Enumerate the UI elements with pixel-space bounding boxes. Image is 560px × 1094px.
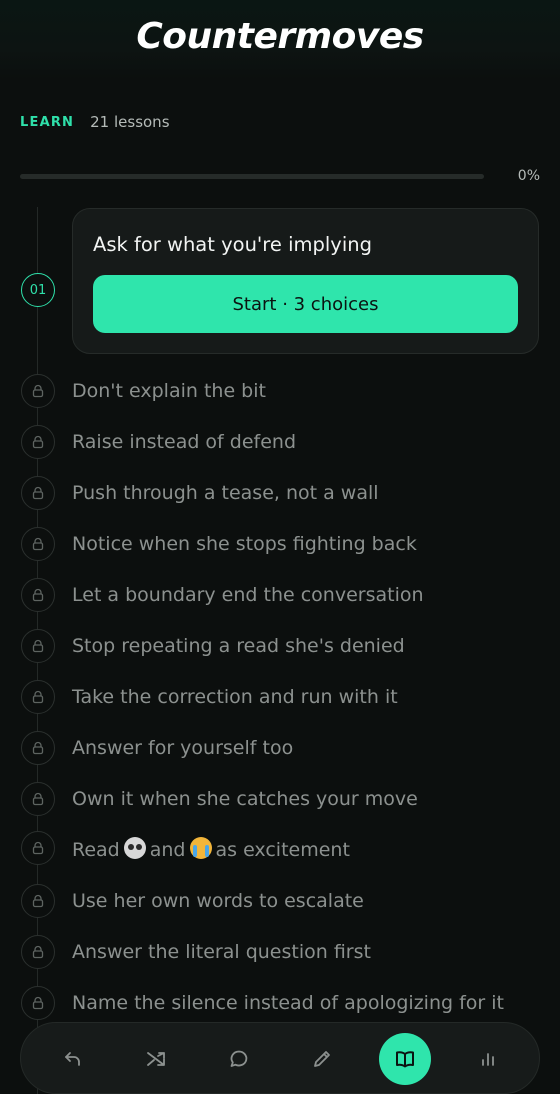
nav-chat-button[interactable] (213, 1033, 265, 1085)
skull-emoji-icon (123, 837, 146, 859)
lesson-label: Raise instead of defend (72, 431, 297, 453)
lock-icon (21, 476, 55, 510)
lock-icon (21, 831, 55, 865)
nav-learn-button[interactable] (379, 1033, 431, 1085)
lesson-count: 21 lessons (90, 113, 170, 131)
current-lesson-card: Ask for what you're implying Start · 3 c… (72, 208, 539, 354)
lesson-item[interactable]: Use her own words to escalate (0, 880, 560, 920)
pencil-icon (314, 1051, 330, 1067)
section-tag: LEARN (20, 114, 75, 130)
lesson-item[interactable]: Answer the literal question first (0, 931, 560, 971)
loudly-crying-emoji-icon (189, 837, 212, 859)
lesson-number-badge: 01 (21, 273, 55, 307)
lesson-label-part: Read (72, 839, 120, 861)
undo-icon (65, 1052, 80, 1066)
lesson-label: Answer the literal question first (72, 941, 371, 963)
lesson-label: Take the correction and run with it (72, 686, 398, 708)
lesson-label: Own it when she catches your move (72, 788, 418, 810)
bottom-nav (20, 1022, 540, 1094)
header: Countermoves (0, 0, 560, 80)
nav-shuffle-button[interactable] (130, 1033, 182, 1085)
progress-bar (20, 174, 484, 179)
lesson-item[interactable]: Answer for yourself too (0, 727, 560, 767)
lock-icon (21, 986, 55, 1020)
start-lesson-button[interactable]: Start · 3 choices (93, 275, 518, 333)
lock-icon (21, 527, 55, 561)
lock-icon (21, 680, 55, 714)
lesson-item[interactable]: Take the correction and run with it (0, 676, 560, 716)
lesson-label: Answer for yourself too (72, 737, 294, 759)
lock-icon (21, 782, 55, 816)
lock-icon (21, 374, 55, 408)
section-row: LEARN 21 lessons (20, 112, 170, 132)
lesson-item[interactable]: Raise instead of defend (0, 421, 560, 461)
lesson-item[interactable]: Read and as excitement (0, 827, 560, 867)
progress-label: 0% (517, 168, 540, 184)
nav-write-button[interactable] (296, 1033, 348, 1085)
lock-icon (21, 935, 55, 969)
lesson-item[interactable]: Push through a tease, not a wall (0, 472, 560, 512)
lesson-label: Stop repeating a read she's denied (72, 635, 405, 657)
lock-icon (21, 731, 55, 765)
lesson-label: Read and as excitement (72, 837, 350, 861)
lesson-item[interactable]: Own it when she catches your move (0, 778, 560, 818)
book-icon (396, 1051, 414, 1068)
nav-stats-button[interactable] (462, 1033, 514, 1085)
lesson-label: Don't explain the bit (72, 380, 266, 402)
lesson-label: Use her own words to escalate (72, 890, 364, 912)
lesson-label: Let a boundary end the conversation (72, 584, 424, 606)
lesson-label-part: and (149, 839, 186, 861)
lesson-item[interactable]: Name the silence instead of apologizing … (0, 982, 560, 1022)
lesson-item[interactable]: Don't explain the bit (0, 370, 560, 410)
shuffle-icon (147, 1052, 165, 1066)
chat-bubble-icon (230, 1050, 248, 1067)
lock-icon (21, 425, 55, 459)
lesson-label-part: as excitement (215, 839, 350, 861)
lesson-label: Notice when she stops fighting back (72, 533, 417, 555)
lock-icon (21, 578, 55, 612)
lesson-item[interactable]: Notice when she stops fighting back (0, 523, 560, 563)
app-title: Countermoves (136, 16, 424, 57)
lesson-label: Name the silence instead of apologizing … (72, 992, 504, 1014)
nav-undo-button[interactable] (47, 1033, 99, 1085)
lesson-item[interactable]: Let a boundary end the conversation (0, 574, 560, 614)
lesson-item[interactable]: Stop repeating a read she's denied (0, 625, 560, 665)
current-lesson-title: Ask for what you're implying (93, 233, 372, 256)
lesson-label: Push through a tease, not a wall (72, 482, 379, 504)
lock-icon (21, 629, 55, 663)
bar-chart-icon (482, 1053, 494, 1066)
lock-icon (21, 884, 55, 918)
